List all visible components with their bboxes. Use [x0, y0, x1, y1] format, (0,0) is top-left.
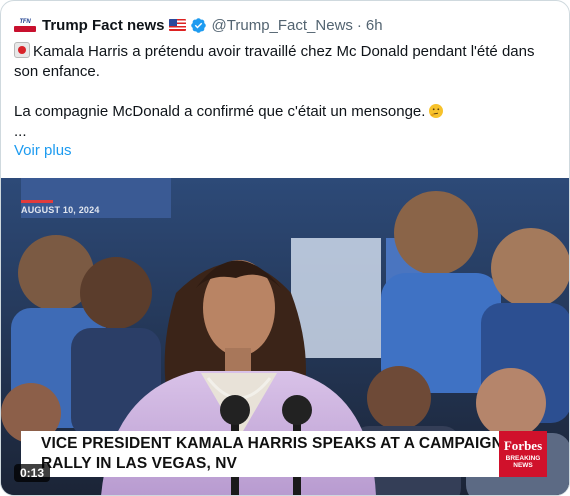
author-name[interactable]: Trump Fact news [42, 17, 165, 34]
tweet-line-2: La compagnie McDonald a confirmé que c'é… [14, 102, 559, 122]
caption-line-1: VICE PRESIDENT KAMALA HARRIS SPEAKS AT A… [41, 435, 503, 452]
brand-sub-2: NEWS [513, 462, 533, 469]
video-caption-banner: VICE PRESIDENT KAMALA HARRIS SPEAKS AT A… [21, 431, 503, 477]
thinking-face-icon [429, 104, 444, 118]
video-duration-badge: 0:13 [14, 464, 51, 482]
caption-line-2: RALLY IN LAS VEGAS, NV [41, 455, 237, 472]
verified-badge-icon [190, 17, 206, 33]
pushpin-icon [14, 42, 30, 58]
avatar[interactable]: TFN [13, 16, 37, 34]
show-more-link[interactable]: Voir plus [14, 142, 72, 159]
separator-dot: · [356, 16, 362, 34]
tweet-text: Kamala Harris a prétendu avoir travaillé… [14, 42, 559, 142]
tweet-line-1-text: Kamala Harris a prétendu avoir travaillé… [14, 43, 535, 80]
avatar-stripe [14, 25, 36, 32]
tweet-time[interactable]: 6h [366, 17, 383, 34]
tweet-line-1: Kamala Harris a prétendu avoir travaillé… [14, 42, 559, 82]
tweet-ellipsis: ... [14, 123, 27, 140]
forbes-logo: Forbes BREAKING NEWS [499, 431, 547, 477]
date-stamp: AUGUST 10, 2024 [21, 205, 100, 215]
brand-name: Forbes [503, 438, 543, 453]
tweet-header: TFN Trump Fact news @Trump_Fact_News · 6… [13, 15, 383, 35]
avatar-label: TFN [19, 18, 31, 25]
tweet-card[interactable]: TFN Trump Fact news @Trump_Fact_News · 6… [0, 0, 570, 496]
us-flag-icon [168, 19, 186, 31]
author-handle[interactable]: @Trump_Fact_News [212, 17, 353, 34]
tweet-line-2-text: La compagnie McDonald a confirmé que c'é… [14, 103, 426, 120]
brand-sub-1: BREAKING [505, 455, 541, 462]
